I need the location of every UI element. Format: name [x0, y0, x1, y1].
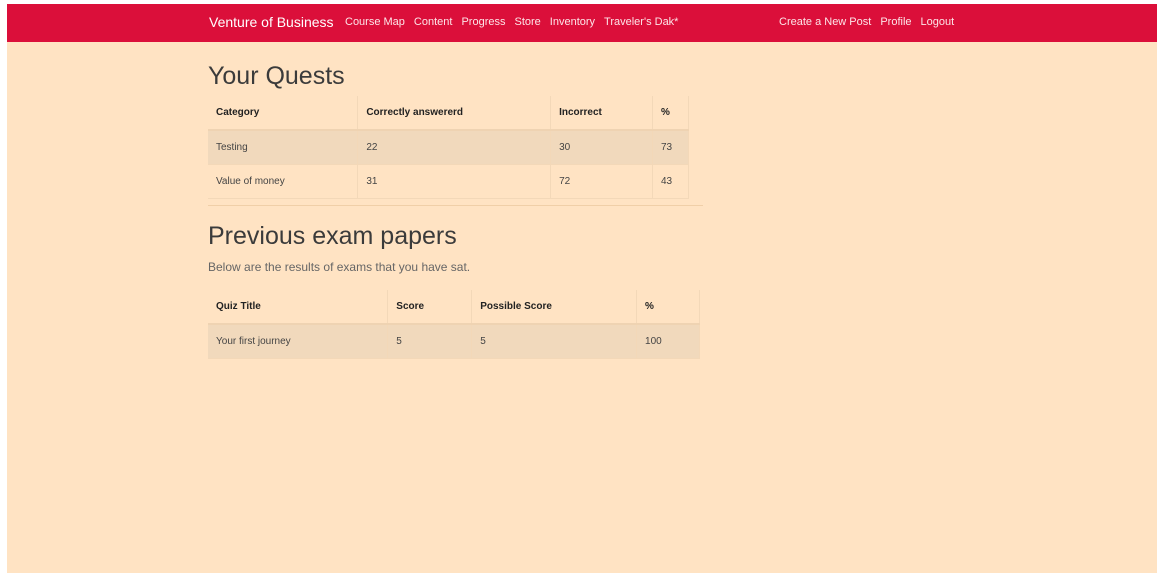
- nav-course-map[interactable]: Course Map: [345, 16, 405, 28]
- quest-incorrect: 30: [550, 130, 653, 165]
- table-row: Testing 22 30 73: [208, 130, 689, 165]
- exam-possible-score: 5: [471, 324, 638, 359]
- nav-inventory[interactable]: Inventory: [550, 16, 595, 28]
- nav-progress[interactable]: Progress: [461, 16, 505, 28]
- nav-logout[interactable]: Logout: [921, 16, 955, 28]
- quests-table: Category Correctly answererd Incorrect %…: [208, 96, 689, 199]
- nav-travelers-dak[interactable]: Traveler's Dak*: [604, 16, 678, 28]
- nav-profile[interactable]: Profile: [880, 16, 911, 28]
- quests-header-row: Category Correctly answererd Incorrect %: [208, 96, 689, 131]
- exams-col-score: Score: [387, 290, 473, 325]
- nav-right-menu: Create a New Post Profile Logout: [779, 16, 954, 28]
- quest-correct: 22: [357, 130, 552, 165]
- quest-category: Value of money: [208, 164, 359, 199]
- brand-link[interactable]: Venture of Business: [209, 14, 334, 30]
- quests-col-category: Category: [208, 96, 359, 131]
- exams-col-possible-score: Possible Score: [471, 290, 638, 325]
- nav-store[interactable]: Store: [514, 16, 540, 28]
- quest-percent: 73: [652, 130, 689, 165]
- quest-incorrect: 72: [550, 164, 653, 199]
- exams-table: Quiz Title Score Possible Score % Your f…: [208, 290, 700, 359]
- quests-col-percent: %: [652, 96, 689, 131]
- nav-content[interactable]: Content: [414, 16, 453, 28]
- section-divider: [208, 205, 703, 206]
- nav-create-post[interactable]: Create a New Post: [779, 16, 871, 28]
- quests-col-correct: Correctly answererd: [357, 96, 552, 131]
- exams-description: Below are the results of exams that you …: [208, 260, 471, 274]
- exams-header-row: Quiz Title Score Possible Score %: [208, 290, 700, 325]
- nav-left-menu: Course Map Content Progress Store Invent…: [345, 16, 678, 28]
- exam-score: 5: [387, 324, 473, 359]
- exams-title: Previous exam papers: [208, 222, 457, 250]
- table-row: Value of money 31 72 43: [208, 164, 689, 199]
- table-row: Your first journey 5 5 100: [208, 324, 700, 359]
- quests-title: Your Quests: [208, 62, 345, 90]
- quest-correct: 31: [357, 164, 552, 199]
- exam-quiz-title: Your first journey: [208, 324, 389, 359]
- exam-percent: 100: [636, 324, 700, 359]
- quest-category: Testing: [208, 130, 359, 165]
- quests-col-incorrect: Incorrect: [550, 96, 653, 131]
- page-frame: Venture of Business Course Map Content P…: [7, 4, 1157, 573]
- top-navbar: Venture of Business Course Map Content P…: [7, 4, 1157, 42]
- quest-percent: 43: [652, 164, 689, 199]
- exams-col-percent: %: [636, 290, 700, 325]
- exams-col-quiz-title: Quiz Title: [208, 290, 389, 325]
